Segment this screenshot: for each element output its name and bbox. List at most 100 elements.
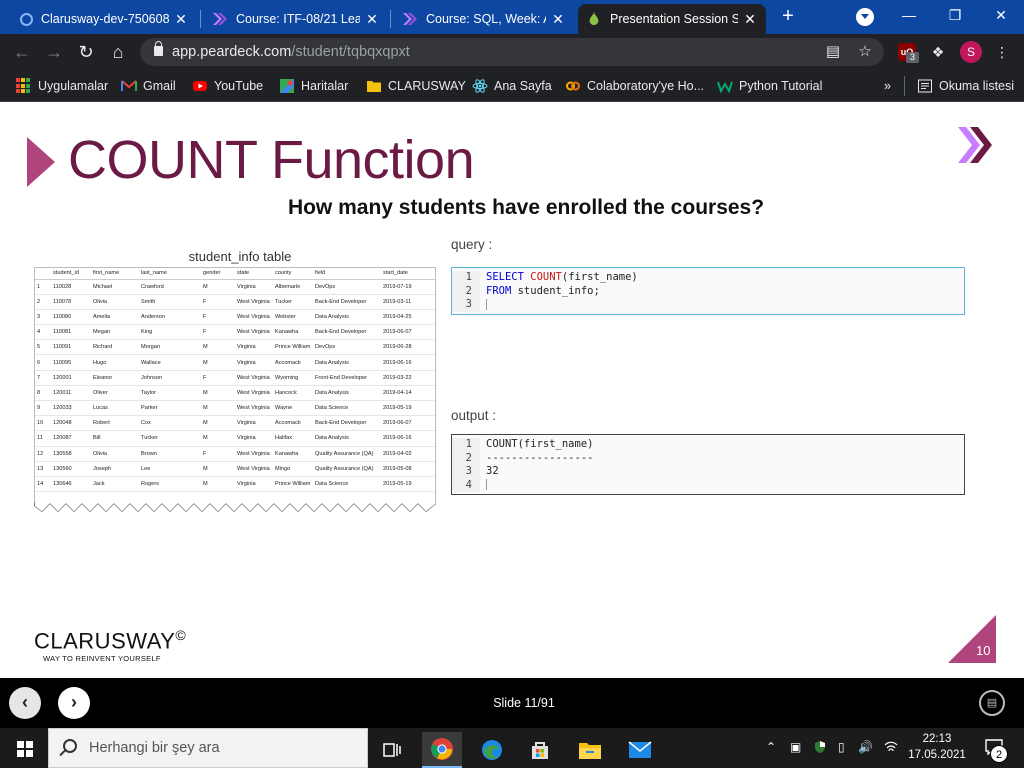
tray-battery-icon[interactable]: ▯ xyxy=(838,740,845,754)
react-icon xyxy=(472,79,488,93)
tray-shield-icon[interactable] xyxy=(813,740,827,757)
table-cell: 110081 xyxy=(51,324,91,341)
file-explorer-taskbar-icon[interactable] xyxy=(570,732,610,768)
task-view-icon[interactable] xyxy=(372,732,412,768)
new-tab-button[interactable]: + xyxy=(778,6,798,27)
bookmark-colab[interactable]: Colaboratory'ye Ho... xyxy=(565,77,704,95)
table-cell: DevOps xyxy=(313,279,381,295)
bookmark-gmail[interactable]: Gmail xyxy=(121,77,176,95)
translate-icon[interactable]: ▤ xyxy=(824,43,842,61)
tray-device-icon[interactable]: ▣ xyxy=(790,740,801,754)
table-cell: Joseph xyxy=(91,461,139,477)
forward-arrow-icon[interactable]: → xyxy=(43,41,65,63)
table-cell: M xyxy=(201,354,235,371)
table-cell: Taylor xyxy=(139,385,201,402)
bookmark-maps[interactable]: Haritalar xyxy=(279,77,348,95)
back-arrow-icon[interactable]: ← xyxy=(11,41,33,63)
table-cell: Anderson xyxy=(139,309,201,326)
tray-wifi-icon[interactable] xyxy=(884,740,898,757)
table-cell: Accomack xyxy=(273,415,313,432)
table-header-cell: last_name xyxy=(139,268,201,280)
table-header-cell: state xyxy=(235,268,273,280)
tab-close-icon[interactable]: ✕ xyxy=(742,11,758,28)
table-cell: Cox xyxy=(139,415,201,432)
table-header-row: student_id first_name last_name gender state… xyxy=(35,268,435,280)
tab-course-itf[interactable]: Course: ITF-08/21 Learn ✕ xyxy=(204,4,388,34)
mail-taskbar-icon[interactable] xyxy=(620,732,660,768)
tab-close-icon[interactable]: ✕ xyxy=(550,11,566,28)
apps-grid-icon xyxy=(16,78,32,94)
windows-start-icon[interactable] xyxy=(17,741,33,757)
table-cell: West Virginia xyxy=(235,385,273,402)
tab-clarusway-dev[interactable]: Clarusway-dev-750608 ✕ xyxy=(12,4,197,34)
code-line: 1 SELECT COUNT(first_name) xyxy=(452,271,964,285)
table-cell: Prince William xyxy=(273,339,313,356)
taskbar-clock[interactable]: 22:13 17.05.2021 xyxy=(905,731,969,763)
bookmark-youtube[interactable]: YouTube xyxy=(192,77,263,95)
home-icon[interactable]: ⌂ xyxy=(107,41,129,63)
tab-search-icon[interactable] xyxy=(856,8,874,26)
tab-close-icon[interactable]: ✕ xyxy=(173,11,189,28)
table-cell: Brown xyxy=(139,446,201,462)
table-cell: Back-End Developer xyxy=(313,415,381,432)
reload-icon[interactable]: ↻ xyxy=(75,41,97,63)
table-cell: F xyxy=(201,324,235,341)
profile-avatar[interactable]: S xyxy=(960,41,982,63)
address-bar[interactable]: app.peardeck.com/student/tqbqxqpxt ▤ ☆ xyxy=(140,38,884,66)
chrome-taskbar-icon[interactable] xyxy=(422,732,462,768)
tab-close-icon[interactable]: ✕ xyxy=(364,11,380,28)
table-cell: Quality Assurance (QA) xyxy=(313,461,381,477)
table-header-cell: field xyxy=(313,268,381,280)
table-header-cell: start_date xyxy=(381,268,435,280)
line-number: 4 xyxy=(452,478,480,492)
windows-taskbar: Herhangi bir şey ara ⌃ ▣ ▯ 🔊 22:13 17.05… xyxy=(0,728,1024,768)
edge-taskbar-icon[interactable] xyxy=(472,732,512,768)
table-body: 1 110028 Michael Crawford M Virginia Albemarle… xyxy=(35,279,435,493)
close-window-button[interactable]: ✕ xyxy=(978,4,1024,28)
restore-button[interactable]: ❐ xyxy=(932,4,978,28)
lock-icon xyxy=(154,41,163,56)
minimize-button[interactable]: — xyxy=(886,4,932,28)
table-header-cell: gender xyxy=(201,268,235,280)
title-triangle-icon xyxy=(27,137,55,187)
table-cell: 4 xyxy=(35,324,51,341)
bookmark-ana-sayfa[interactable]: Ana Sayfa xyxy=(472,77,552,95)
table-cell: M xyxy=(201,461,235,477)
table-cell: Robert xyxy=(91,415,139,432)
table-cell: Webster xyxy=(273,309,313,326)
table-cell: Lee xyxy=(139,461,201,477)
brand-tagline: WAY TO REINVENT YOURSELF xyxy=(43,654,161,663)
table-cell: Crawford xyxy=(139,279,201,295)
peardeck-menu-icon[interactable]: ▤ xyxy=(979,690,1005,716)
brand-name: CLARUSWAY xyxy=(34,628,176,654)
tab-presentation-session[interactable]: Presentation Session St ✕ xyxy=(578,4,766,34)
bookmark-apps[interactable]: Uygulamalar xyxy=(16,77,108,95)
store-taskbar-icon[interactable] xyxy=(520,732,560,768)
menu-kebab-icon[interactable]: ⋮ xyxy=(993,43,1011,61)
table-cell: Hancock xyxy=(273,385,313,402)
reading-list-button[interactable]: Okuma listesi xyxy=(917,77,1014,95)
tab-course-sql[interactable]: Course: SQL, Week: Agg ✕ xyxy=(394,4,574,34)
tray-volume-icon[interactable]: 🔊 xyxy=(858,740,873,754)
tray-chevron-up-icon[interactable]: ⌃ xyxy=(766,740,776,754)
table-cell: Data Analysis xyxy=(313,309,381,326)
code-line: 2 ----------------- xyxy=(452,451,964,465)
table-header-cell xyxy=(35,268,51,280)
table-row: 13 130560 Joseph Lee M West Virginia Mingo Qual… xyxy=(35,461,435,477)
table-row: 3 110080 Amelia Anderson F West Virginia Webst… xyxy=(35,309,435,326)
bookmark-python-tutorial[interactable]: Python Tutorial xyxy=(717,77,822,95)
taskbar-search-box[interactable]: Herhangi bir şey ara xyxy=(48,728,368,768)
table-cell: M xyxy=(201,476,235,493)
table-cell: Wayne xyxy=(273,400,313,417)
table-row: 10 120048 Robert Cox M Virginia Accomack Back-E… xyxy=(35,415,435,432)
line-number: 2 xyxy=(452,284,480,298)
table-cell: Virginia xyxy=(235,279,273,295)
extensions-puzzle-icon[interactable]: ❖ xyxy=(929,43,947,61)
bookmarks-overflow-button[interactable]: » xyxy=(884,77,891,95)
table-cell: Michael xyxy=(91,279,139,295)
bookmark-star-icon[interactable]: ☆ xyxy=(856,43,874,61)
bookmark-clarusway-folder[interactable]: CLARUSWAY xyxy=(366,77,466,95)
table-cell: Bill xyxy=(91,430,139,447)
table-cell: M xyxy=(201,400,235,417)
table-cell: Front-End Developer xyxy=(313,370,381,386)
